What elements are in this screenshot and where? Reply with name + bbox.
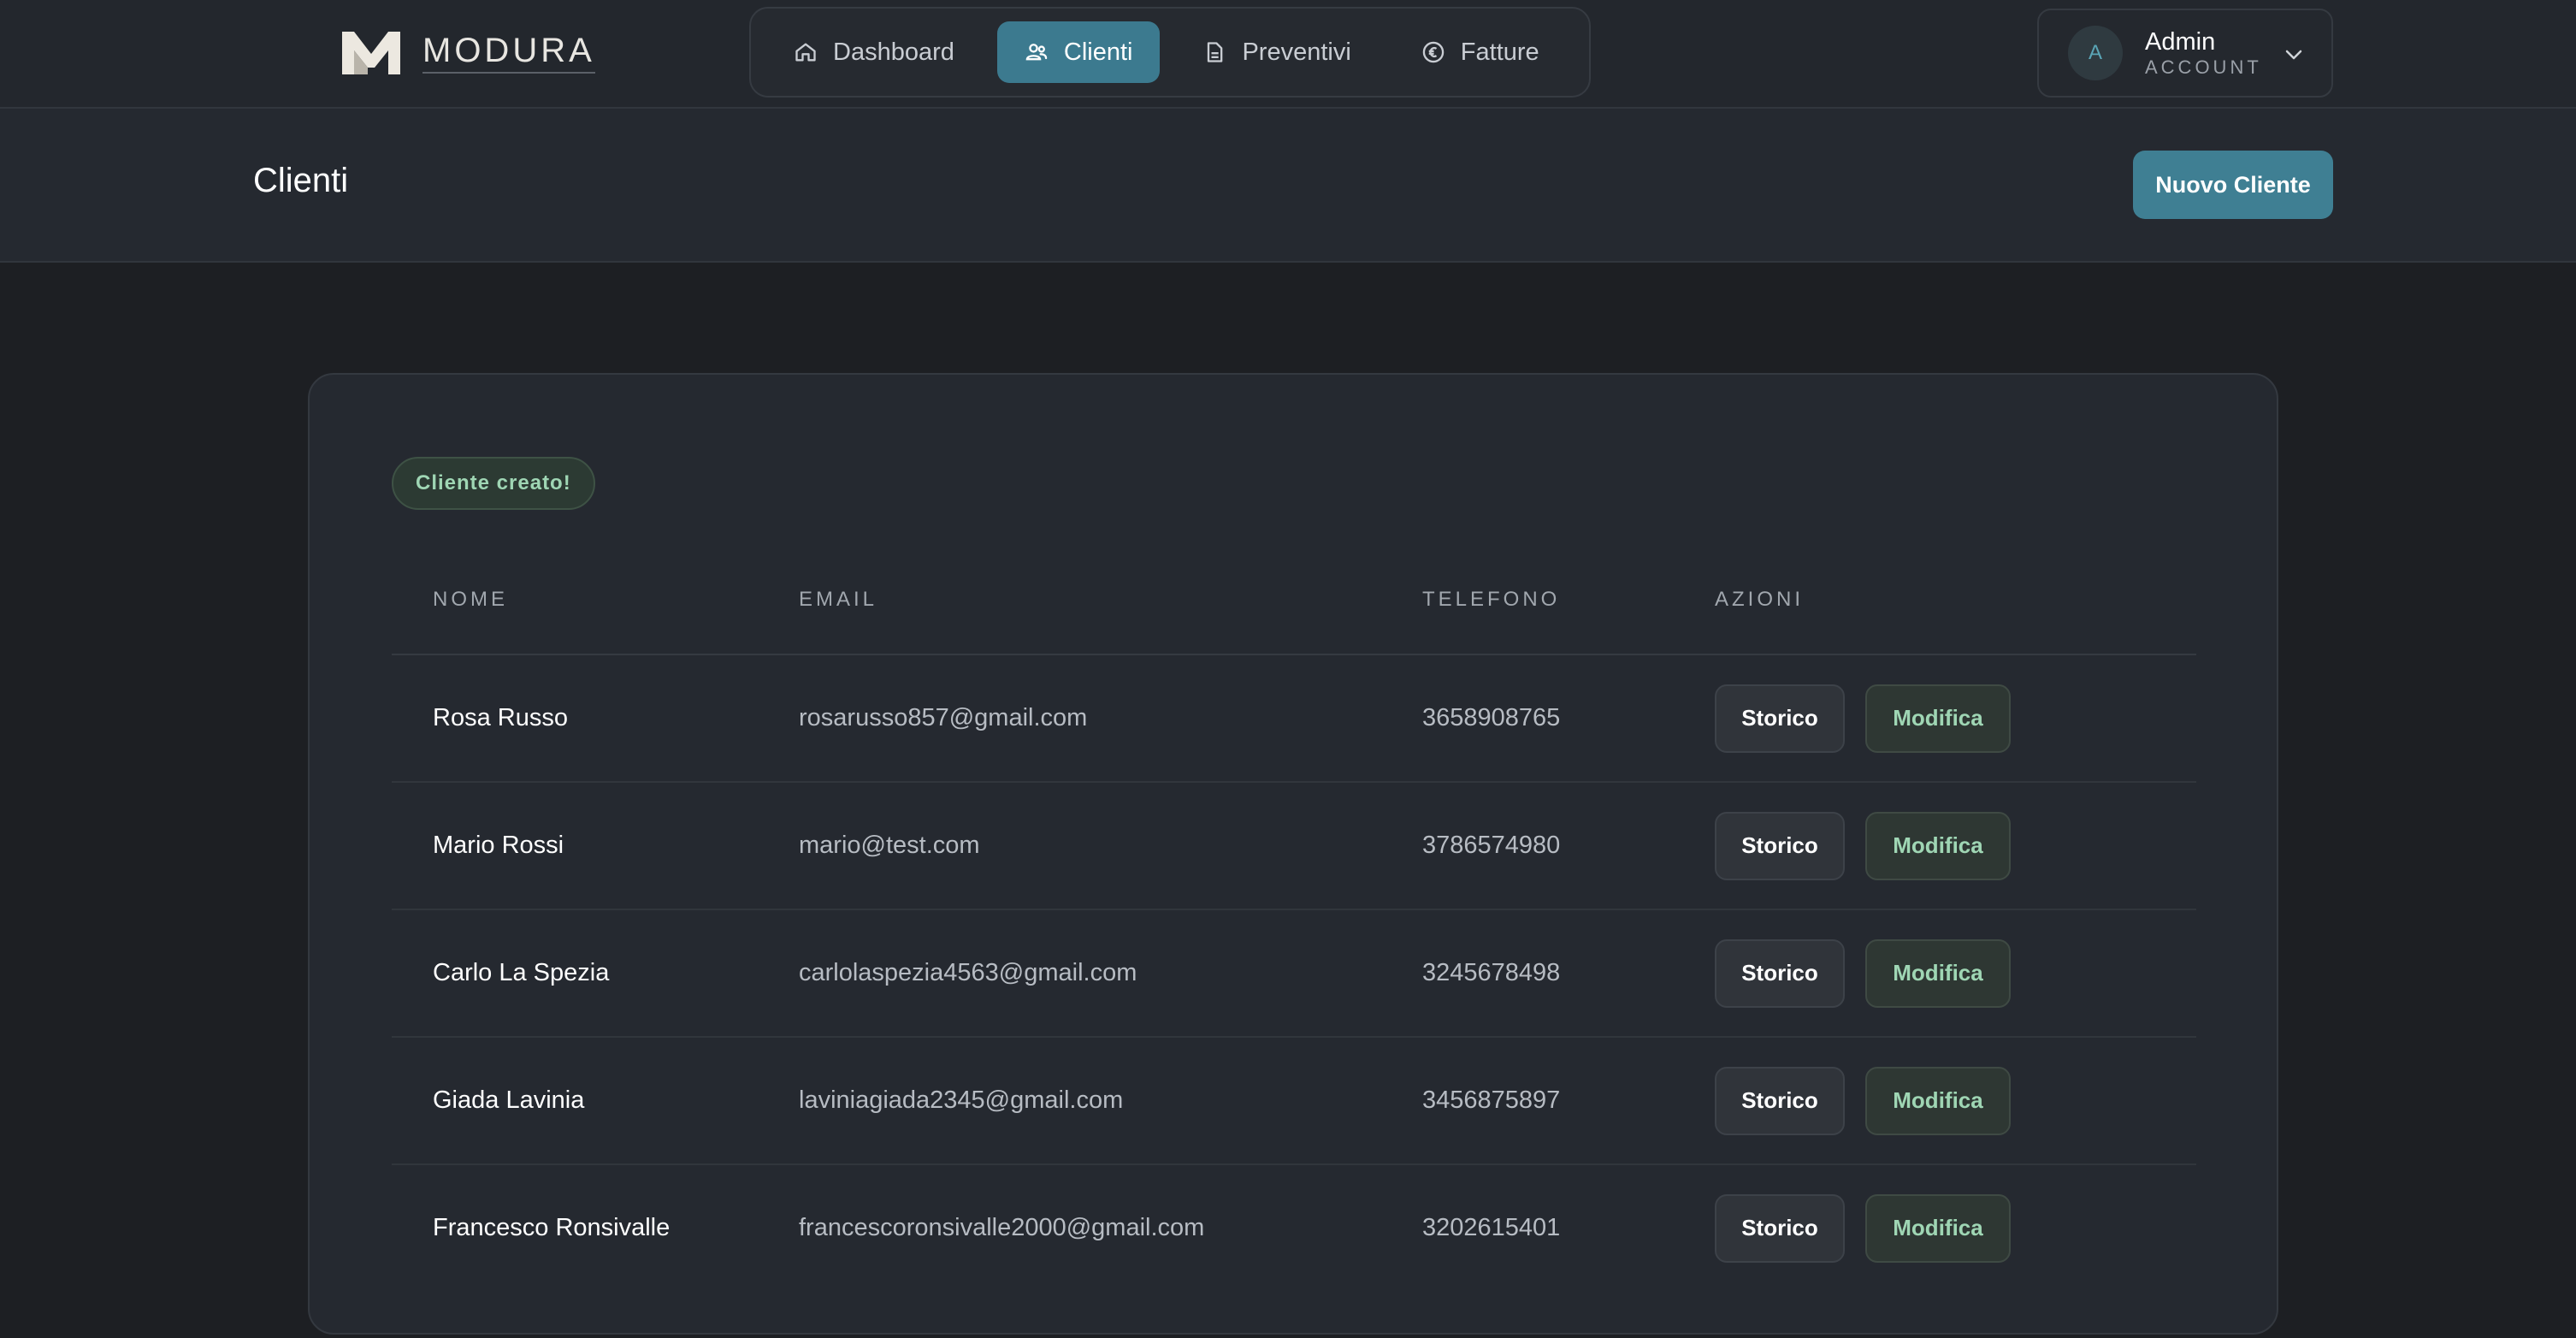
client-email: rosarusso857@gmail.com	[799, 704, 1088, 731]
nav-preventivi-label: Preventivi	[1242, 38, 1351, 66]
table-row: Francesco Ronsivalle francescoronsivalle…	[392, 1165, 2196, 1291]
chevron-down-icon	[2285, 50, 2302, 60]
table-row: Carlo La Spezia carlolaspezia4563@gmail.…	[392, 910, 2196, 1038]
brand-logo[interactable]: MODURA	[340, 26, 595, 79]
client-name: Carlo La Spezia	[433, 959, 610, 986]
client-phone: 3202615401	[1422, 1214, 1561, 1241]
client-name: Mario Rossi	[433, 832, 564, 859]
client-name: Rosa Russo	[433, 704, 568, 731]
page-header: Clienti Nuovo Cliente	[0, 109, 2576, 263]
nav-fatture[interactable]: Fatture	[1394, 21, 1567, 83]
client-phone: 3456875897	[1422, 1086, 1561, 1114]
client-email: mario@test.com	[799, 832, 980, 859]
nav-dashboard[interactable]: Dashboard	[766, 21, 982, 83]
table-header: NOME EMAIL TELEFONO AZIONI	[392, 546, 2196, 655]
euro-icon	[1422, 41, 1445, 63]
client-email: carlolaspezia4563@gmail.com	[799, 959, 1137, 986]
top-navbar: MODURA Dashboard Clienti Preventivi Fatt…	[0, 0, 2576, 109]
client-phone: 3786574980	[1422, 832, 1561, 859]
column-header-email: EMAIL	[799, 588, 878, 611]
history-button[interactable]: Storico	[1715, 684, 1845, 753]
main-nav: Dashboard Clienti Preventivi Fatture	[749, 7, 1591, 98]
brand-name: MODURA	[422, 32, 595, 74]
client-name: Francesco Ronsivalle	[433, 1214, 671, 1241]
success-flash-badge: Cliente creato!	[392, 457, 595, 510]
edit-button[interactable]: Modifica	[1865, 684, 2011, 753]
history-button[interactable]: Storico	[1715, 938, 1845, 1008]
account-name: Admin	[2145, 27, 2216, 56]
client-email: francescoronsivalle2000@gmail.com	[799, 1214, 1205, 1241]
edit-button[interactable]: Modifica	[1865, 1066, 2011, 1135]
table-row: Mario Rossi mario@test.com 3786574980 St…	[392, 783, 2196, 910]
nav-fatture-label: Fatture	[1460, 38, 1539, 66]
history-button[interactable]: Storico	[1715, 1066, 1845, 1135]
clients-card: Cliente creato! NOME EMAIL TELEFONO AZIO…	[308, 373, 2278, 1335]
table-row: Giada Lavinia laviniagiada2345@gmail.com…	[392, 1038, 2196, 1165]
avatar: A	[2068, 26, 2123, 80]
edit-button[interactable]: Modifica	[1865, 938, 2011, 1008]
nav-clienti[interactable]: Clienti	[996, 21, 1161, 83]
account-role: ACCOUNT	[2145, 56, 2262, 79]
page-title: Clienti	[253, 162, 349, 199]
history-button[interactable]: Storico	[1715, 811, 1845, 880]
nav-clienti-label: Clienti	[1063, 38, 1133, 66]
column-header-telefono: TELEFONO	[1422, 588, 1561, 611]
client-email: laviniagiada2345@gmail.com	[799, 1086, 1124, 1114]
edit-button[interactable]: Modifica	[1865, 811, 2011, 880]
column-header-nome: NOME	[433, 588, 508, 611]
home-icon	[795, 43, 816, 62]
history-button[interactable]: Storico	[1715, 1193, 1845, 1263]
edit-button[interactable]: Modifica	[1865, 1193, 2011, 1263]
users-icon	[1025, 44, 1048, 61]
document-icon	[1208, 42, 1223, 62]
nav-dashboard-label: Dashboard	[833, 38, 954, 66]
column-header-azioni: AZIONI	[1715, 588, 1805, 611]
client-phone: 3245678498	[1422, 959, 1561, 986]
client-name: Giada Lavinia	[433, 1086, 585, 1114]
clients-table: NOME EMAIL TELEFONO AZIONI Rosa Russo ro…	[392, 546, 2196, 1291]
account-menu[interactable]: A Admin ACCOUNT	[2037, 9, 2333, 98]
client-phone: 3658908765	[1422, 704, 1561, 731]
new-client-button[interactable]: Nuovo Cliente	[2133, 151, 2333, 219]
table-row: Rosa Russo rosarusso857@gmail.com 365890…	[392, 655, 2196, 783]
modura-logo-icon	[342, 32, 400, 74]
nav-preventivi[interactable]: Preventivi	[1175, 21, 1378, 83]
